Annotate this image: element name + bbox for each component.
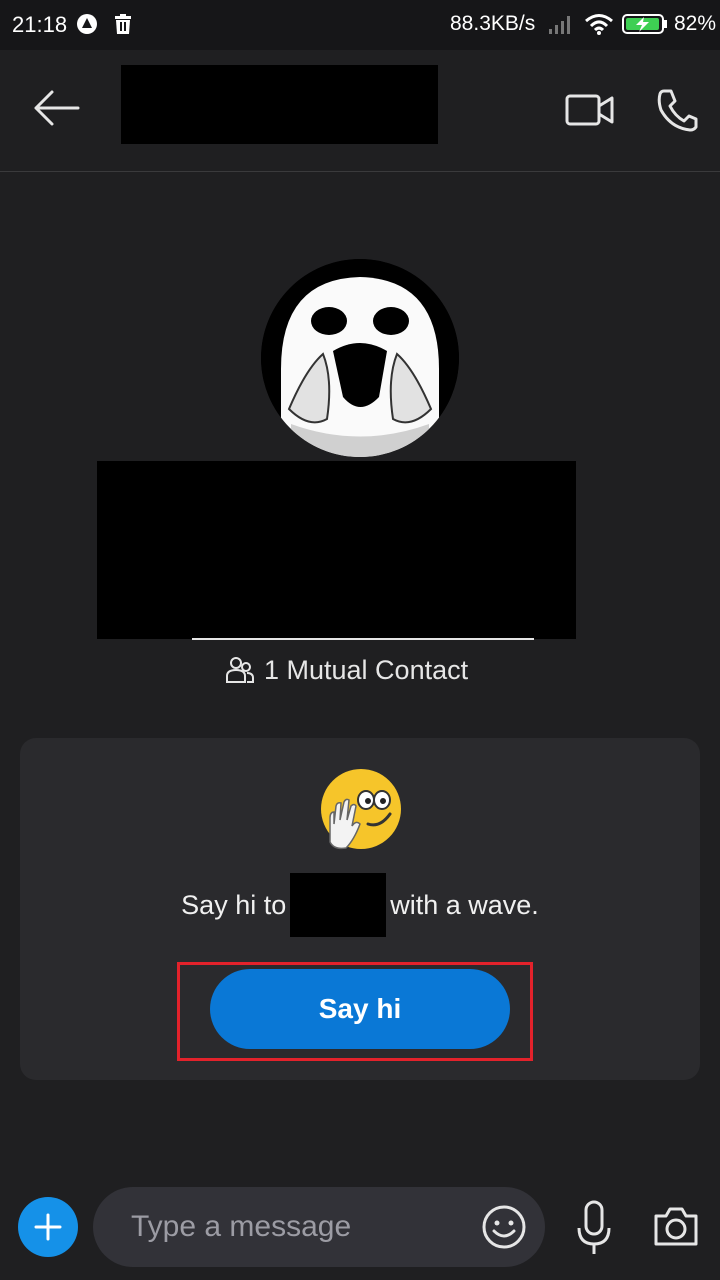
status-bar: 21:18 88.3KB/s 82%: [0, 0, 720, 50]
phone-icon[interactable]: [656, 88, 698, 132]
network-speed: 88.3KB/s: [450, 12, 536, 35]
ghost-avatar-image: [261, 259, 459, 457]
battery-percent: 82%: [674, 12, 717, 35]
waving-emoji-icon: [321, 769, 401, 850]
chat-screen: 21:18 88.3KB/s 82% 1 Mutual Contact Say …: [0, 0, 720, 1280]
microphone-icon[interactable]: [576, 1200, 612, 1256]
say-hi-button[interactable]: Say hi: [210, 969, 510, 1049]
add-button[interactable]: [18, 1197, 78, 1257]
trash-icon: [115, 14, 131, 34]
camera-icon[interactable]: [652, 1204, 700, 1248]
contact-details-redacted: [97, 461, 576, 639]
emoji-icon[interactable]: [481, 1204, 527, 1250]
chat-header: [0, 50, 720, 172]
message-input[interactable]: [131, 1187, 471, 1267]
contact-avatar: [261, 259, 459, 457]
back-arrow-icon[interactable]: [28, 88, 84, 128]
video-call-icon[interactable]: [564, 90, 616, 130]
wave-card: Say hi to with a wave. Say hi: [20, 738, 700, 1080]
wave-prompt-suffix: with a wave.: [390, 889, 539, 920]
mutual-contacts-label: 1 Mutual Contact: [264, 654, 469, 685]
people-icon: [226, 657, 254, 683]
wifi-icon: [585, 14, 613, 35]
contact-name-redacted: [290, 873, 387, 937]
wave-prompt-prefix: Say hi to: [181, 889, 287, 920]
wave-prompt: Say hi to with a wave.: [20, 873, 700, 937]
contact-name-redacted: [121, 65, 438, 144]
message-composer: [0, 1180, 720, 1280]
divider: [192, 638, 534, 640]
plus-icon: [34, 1213, 62, 1241]
mutual-contacts: 1 Mutual Contact: [226, 650, 468, 690]
signal-icon: [549, 16, 570, 34]
battery-charging-icon: [622, 14, 667, 34]
status-time: 21:18: [12, 12, 68, 37]
app-notification-icon: [77, 14, 97, 34]
message-field: [93, 1187, 545, 1267]
